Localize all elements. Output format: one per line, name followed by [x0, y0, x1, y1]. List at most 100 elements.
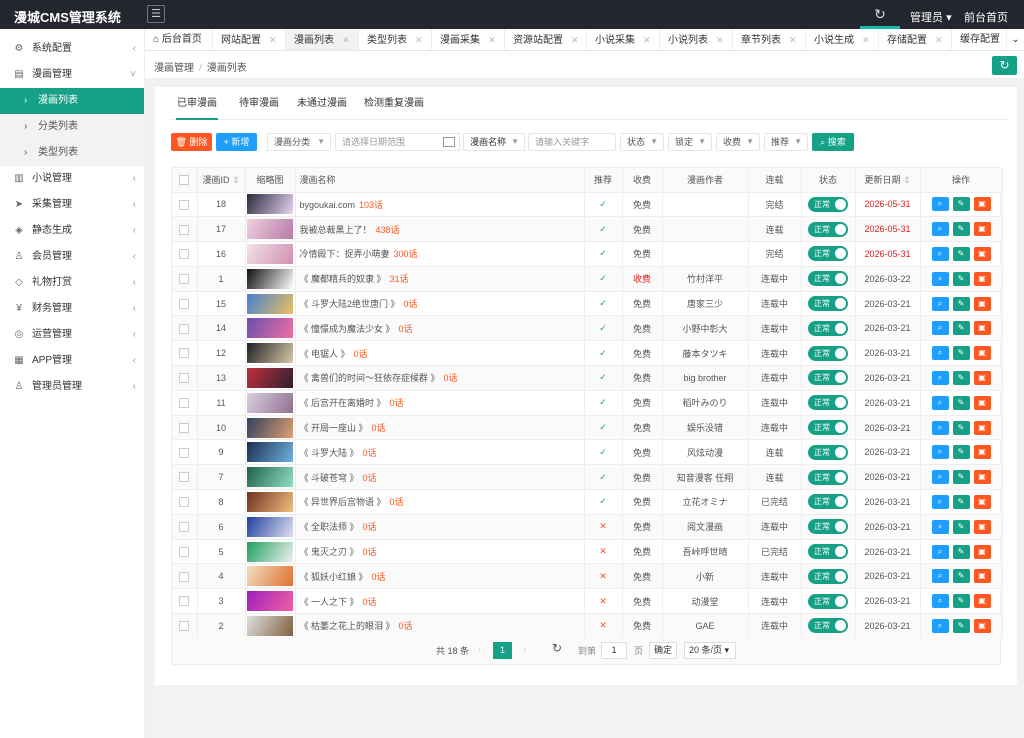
- sidebar-item-finance[interactable]: ¥ 财务管理 ‹: [0, 296, 144, 322]
- table-row[interactable]: 14 《 憧憬成为魔法少女 》 0话 ✓ 免费 小野中彰大 连载中 正常 2026-03-21 ⌕…: [172, 315, 1003, 342]
- sort-icon[interactable]: ⇕: [903, 175, 911, 185]
- table-row[interactable]: 13 《 禽兽们的时间～狂依存症候群 》 0话 ✓ 免费 big brother 连载中 正常…: [172, 365, 1003, 391]
- table-row[interactable]: 15 《 斗罗大陆2绝世唐门 》 0话 ✓ 免费 唐家三少 连载中 正常 2026-03-21 ⌕…: [172, 291, 1003, 317]
- date-range-input[interactable]: 请选择日期范围: [335, 133, 460, 151]
- row-checkbox[interactable]: [172, 216, 198, 243]
- edit-button[interactable]: ✎: [952, 494, 970, 509]
- view-button[interactable]: ⌕: [931, 346, 949, 361]
- comic-name[interactable]: 我被总裁黑上了！: [300, 225, 372, 235]
- view-button[interactable]: ⌕: [931, 470, 949, 485]
- tab-novel-list[interactable]: 小说列表 ✕: [660, 29, 733, 50]
- row-checkbox[interactable]: [172, 192, 198, 218]
- row-checkbox[interactable]: [172, 439, 198, 466]
- close-icon[interactable]: ✕: [862, 35, 870, 45]
- comic-name[interactable]: 《 后宫开在离婚时 》: [300, 398, 386, 408]
- tab-source-config[interactable]: 资源站配置 ✕: [505, 29, 587, 50]
- close-icon[interactable]: ✕: [643, 35, 651, 45]
- table-row[interactable]: 6 《 全职法师 》 0话 ✕ 免费 阅文漫画 连载中 正常 2026-03-21 ⌕ ✎ ▣: [172, 514, 1003, 540]
- table-row[interactable]: 7 《 斗破苍穹 》 0话 ✓ 免费 知音漫客 任翔 连载 正常 2026-03-21 ⌕ ✎ ▣: [172, 464, 1003, 491]
- tab-pending[interactable]: 待审漫画: [239, 96, 279, 120]
- edit-button[interactable]: ✎: [952, 246, 970, 261]
- sidebar-item-gift[interactable]: ◇ 礼物打赏 ‹: [0, 270, 144, 296]
- tab-home[interactable]: ⌂ 后台首页: [145, 29, 213, 50]
- table-row[interactable]: 12 《 电锯人 》 0话 ✓ 免费 藤本タツキ 连载中 正常 2026-03-21 ⌕ ✎ ▣: [172, 340, 1003, 367]
- table-row[interactable]: 4 《 狐妖小红娘 》 0话 ✕ 免费 小新 连载中 正常 2026-03-21 ⌕ ✎ ▣: [172, 563, 1003, 590]
- close-icon[interactable]: ✕: [935, 35, 943, 45]
- close-icon[interactable]: ✕: [789, 35, 797, 45]
- comic-name[interactable]: 《 全职法师 》: [300, 522, 359, 532]
- next-page-icon[interactable]: ›: [523, 644, 526, 654]
- table-row[interactable]: 18 bygoukai.com 103话 ✓ 免费 完结 正常 2026-05-31 ⌕ ✎ ▣: [172, 192, 1003, 218]
- table-row[interactable]: 2 《 枯萎之花上的眼泪 》 0话 ✕ 免费 GAE 连载中 正常 2026-03-21 ⌕ ✎ ▣: [172, 613, 1003, 639]
- delete-row-button[interactable]: ▣: [973, 569, 991, 584]
- page-1-button[interactable]: 1: [493, 642, 512, 659]
- delete-row-button[interactable]: ▣: [973, 246, 991, 261]
- comic-name[interactable]: 《 憧憬成为魔法少女 》: [300, 324, 395, 334]
- close-icon[interactable]: ✕: [716, 35, 724, 45]
- tab-type-list[interactable]: 类型列表 ✕: [359, 29, 432, 50]
- charge-select[interactable]: 收费 ▼: [716, 133, 760, 151]
- view-button[interactable]: ⌕: [931, 544, 949, 559]
- view-button[interactable]: ⌕: [931, 420, 949, 435]
- sort-icon[interactable]: ⇕: [232, 175, 240, 185]
- row-checkbox[interactable]: [172, 539, 198, 565]
- row-checkbox[interactable]: [172, 588, 198, 615]
- delete-row-button[interactable]: ▣: [973, 470, 991, 485]
- edit-button[interactable]: ✎: [952, 197, 970, 212]
- view-button[interactable]: ⌕: [931, 519, 949, 534]
- menu-toggle-icon[interactable]: ☰: [147, 5, 165, 23]
- edit-button[interactable]: ✎: [952, 519, 970, 534]
- view-button[interactable]: ⌕: [931, 321, 949, 336]
- comic-name[interactable]: 冷情殿下：捉弄小萌妻: [300, 249, 390, 259]
- tab-cache-config[interactable]: 缓存配置: [952, 29, 1012, 50]
- col-header-date[interactable]: 更新日期 ⇕: [855, 168, 921, 193]
- row-checkbox[interactable]: [172, 340, 198, 367]
- tab-comic-list[interactable]: 漫画列表 ✕: [286, 29, 359, 50]
- tab-novel-collect[interactable]: 小说采集 ✕: [587, 29, 660, 50]
- view-button[interactable]: ⌕: [931, 494, 949, 509]
- status-toggle[interactable]: 正常: [808, 494, 848, 510]
- view-button[interactable]: ⌕: [931, 569, 949, 584]
- row-checkbox[interactable]: [172, 365, 198, 391]
- edit-button[interactable]: ✎: [952, 618, 970, 633]
- add-button[interactable]: + 新增: [216, 133, 257, 151]
- table-row[interactable]: 10 《 开局一座山 》 0话 ✓ 免费 娱乐没错 连载中 正常 2026-03-21 ⌕ ✎ ▣: [172, 415, 1003, 441]
- edit-button[interactable]: ✎: [952, 222, 970, 237]
- refresh-button[interactable]: ↻: [992, 56, 1017, 75]
- refresh-icon[interactable]: ↻: [552, 641, 562, 655]
- sidebar-item-novel-manage[interactable]: ▥ 小说管理 ‹: [0, 166, 144, 192]
- view-button[interactable]: ⌕: [931, 395, 949, 410]
- close-icon[interactable]: ✕: [571, 35, 579, 45]
- sidebar-item-collect-manage[interactable]: ➤ 采集管理 ‹: [0, 192, 144, 218]
- delete-row-button[interactable]: ▣: [973, 395, 991, 410]
- delete-row-button[interactable]: ▣: [973, 594, 991, 609]
- edit-button[interactable]: ✎: [952, 445, 970, 460]
- view-button[interactable]: ⌕: [931, 296, 949, 311]
- edit-button[interactable]: ✎: [952, 569, 970, 584]
- status-toggle[interactable]: 正常: [808, 395, 848, 411]
- status-toggle[interactable]: 正常: [808, 196, 848, 212]
- delete-button[interactable]: 🗑 删除: [171, 133, 212, 151]
- page-size-select[interactable]: 20 条/页 ▾: [684, 642, 736, 659]
- view-button[interactable]: ⌕: [931, 370, 949, 385]
- edit-button[interactable]: ✎: [952, 420, 970, 435]
- comic-name[interactable]: 《 斗罗大陆2绝世唐门 》: [300, 299, 400, 309]
- delete-row-button[interactable]: ▣: [973, 370, 991, 385]
- sidebar-subitem-category-list[interactable]: › 分类列表: [0, 114, 144, 140]
- status-toggle[interactable]: 正常: [808, 420, 848, 436]
- status-toggle[interactable]: 正常: [808, 271, 848, 287]
- table-row[interactable]: 17 我被总裁黑上了！ 438话 ✓ 免费 连载 正常 2026-05-31 ⌕ ✎ ▣: [172, 216, 1003, 243]
- comic-name[interactable]: 《 狐妖小红娘 》: [300, 572, 368, 582]
- view-button[interactable]: ⌕: [931, 197, 949, 212]
- edit-button[interactable]: ✎: [952, 346, 970, 361]
- front-home-link[interactable]: 前台首页: [964, 9, 1008, 25]
- delete-row-button[interactable]: ▣: [973, 445, 991, 460]
- tab-novel-gen[interactable]: 小说生成 ✕: [806, 29, 879, 50]
- row-checkbox[interactable]: [172, 464, 198, 491]
- sidebar-subitem-comic-list[interactable]: › 漫画列表: [0, 88, 144, 114]
- tab-duplicates[interactable]: 检测重复漫画: [364, 96, 424, 120]
- view-button[interactable]: ⌕: [931, 271, 949, 286]
- comic-name[interactable]: 《 斗罗大陆 》: [300, 448, 359, 458]
- comic-name[interactable]: 《 开局一座山 》: [300, 423, 368, 433]
- row-checkbox[interactable]: [172, 291, 198, 317]
